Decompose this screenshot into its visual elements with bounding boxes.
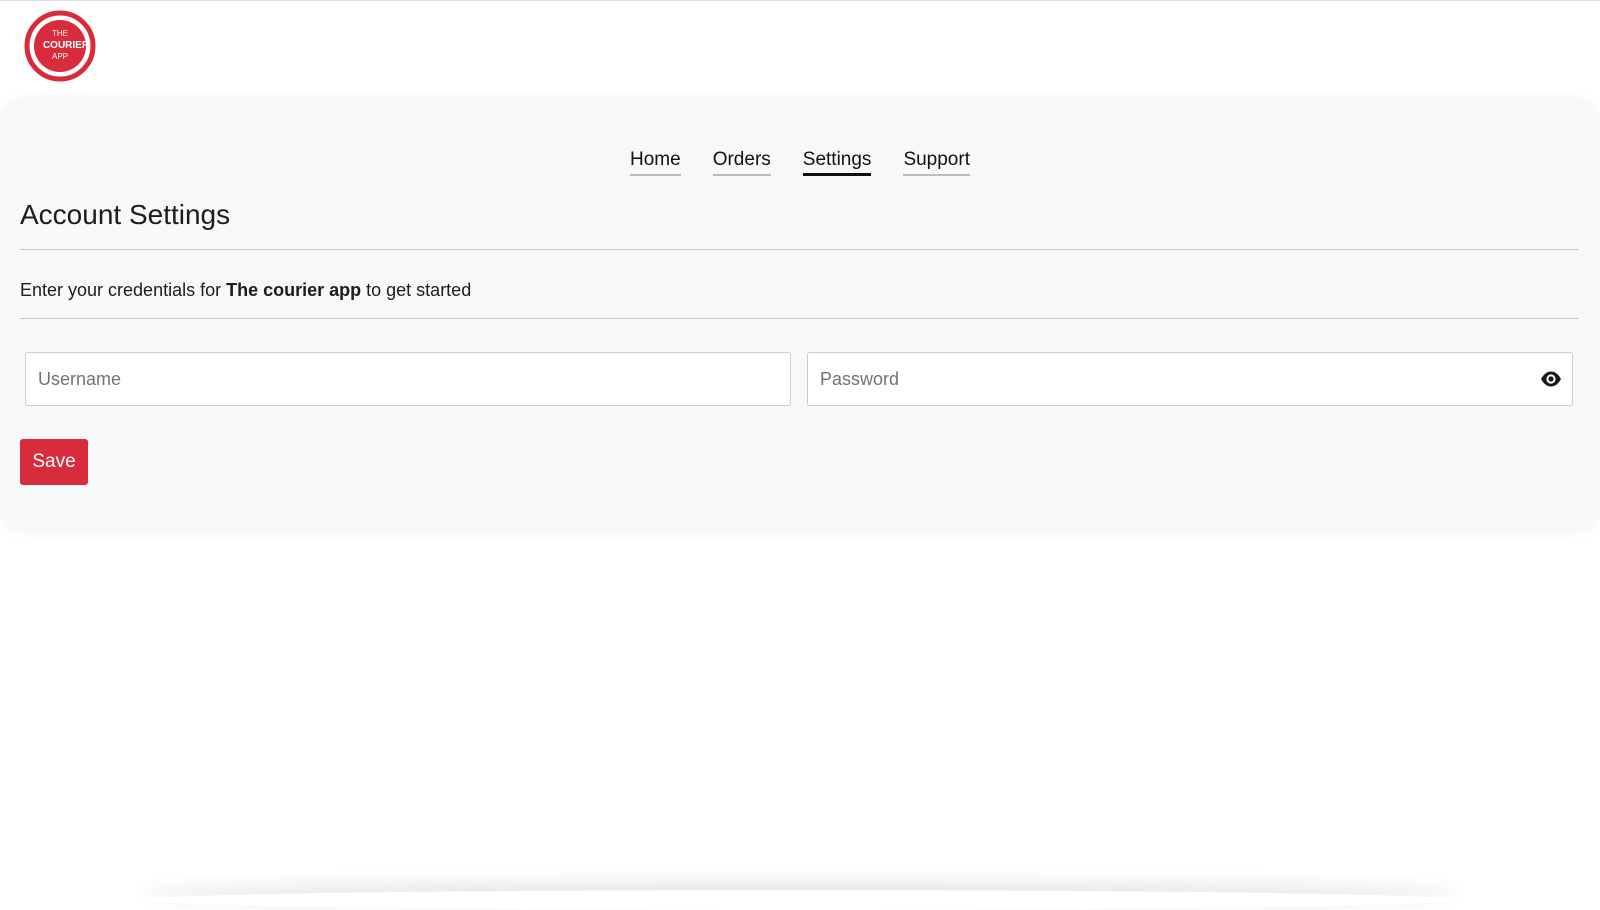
intro-app-name: The courier app — [226, 280, 362, 300]
username-field — [25, 352, 791, 406]
password-input[interactable] — [808, 353, 1572, 405]
nav-item-orders[interactable]: Orders — [712, 149, 771, 176]
main-nav: Home Orders Settings Support — [0, 149, 1600, 176]
logo-text-line3: APP — [52, 52, 68, 61]
logo-text-line1: THE — [52, 29, 68, 38]
intro-prefix: Enter your credentials for — [20, 280, 227, 300]
save-button[interactable]: Save — [20, 439, 88, 485]
intro-suffix: to get started — [361, 280, 472, 300]
top-border — [0, 0, 1600, 1]
app-logo[interactable]: THE COURIER APP — [24, 6, 98, 86]
logo-text-line2: COURIER — [43, 40, 90, 51]
nav-item-settings[interactable]: Settings — [802, 149, 872, 176]
page-title: Account Settings — [20, 199, 231, 230]
nav-item-support[interactable]: Support — [903, 149, 970, 176]
bottom-shadow — [140, 890, 1460, 910]
intro-divider — [20, 318, 1579, 319]
nav-item-home[interactable]: Home — [630, 149, 681, 176]
intro-text: Enter your credentials for The courier a… — [20, 280, 471, 301]
eye-icon[interactable] — [1540, 370, 1562, 388]
password-field — [807, 352, 1573, 406]
title-divider — [20, 249, 1579, 250]
username-input[interactable] — [26, 353, 790, 405]
settings-panel: Home Orders Settings Support Account Set… — [0, 100, 1600, 530]
